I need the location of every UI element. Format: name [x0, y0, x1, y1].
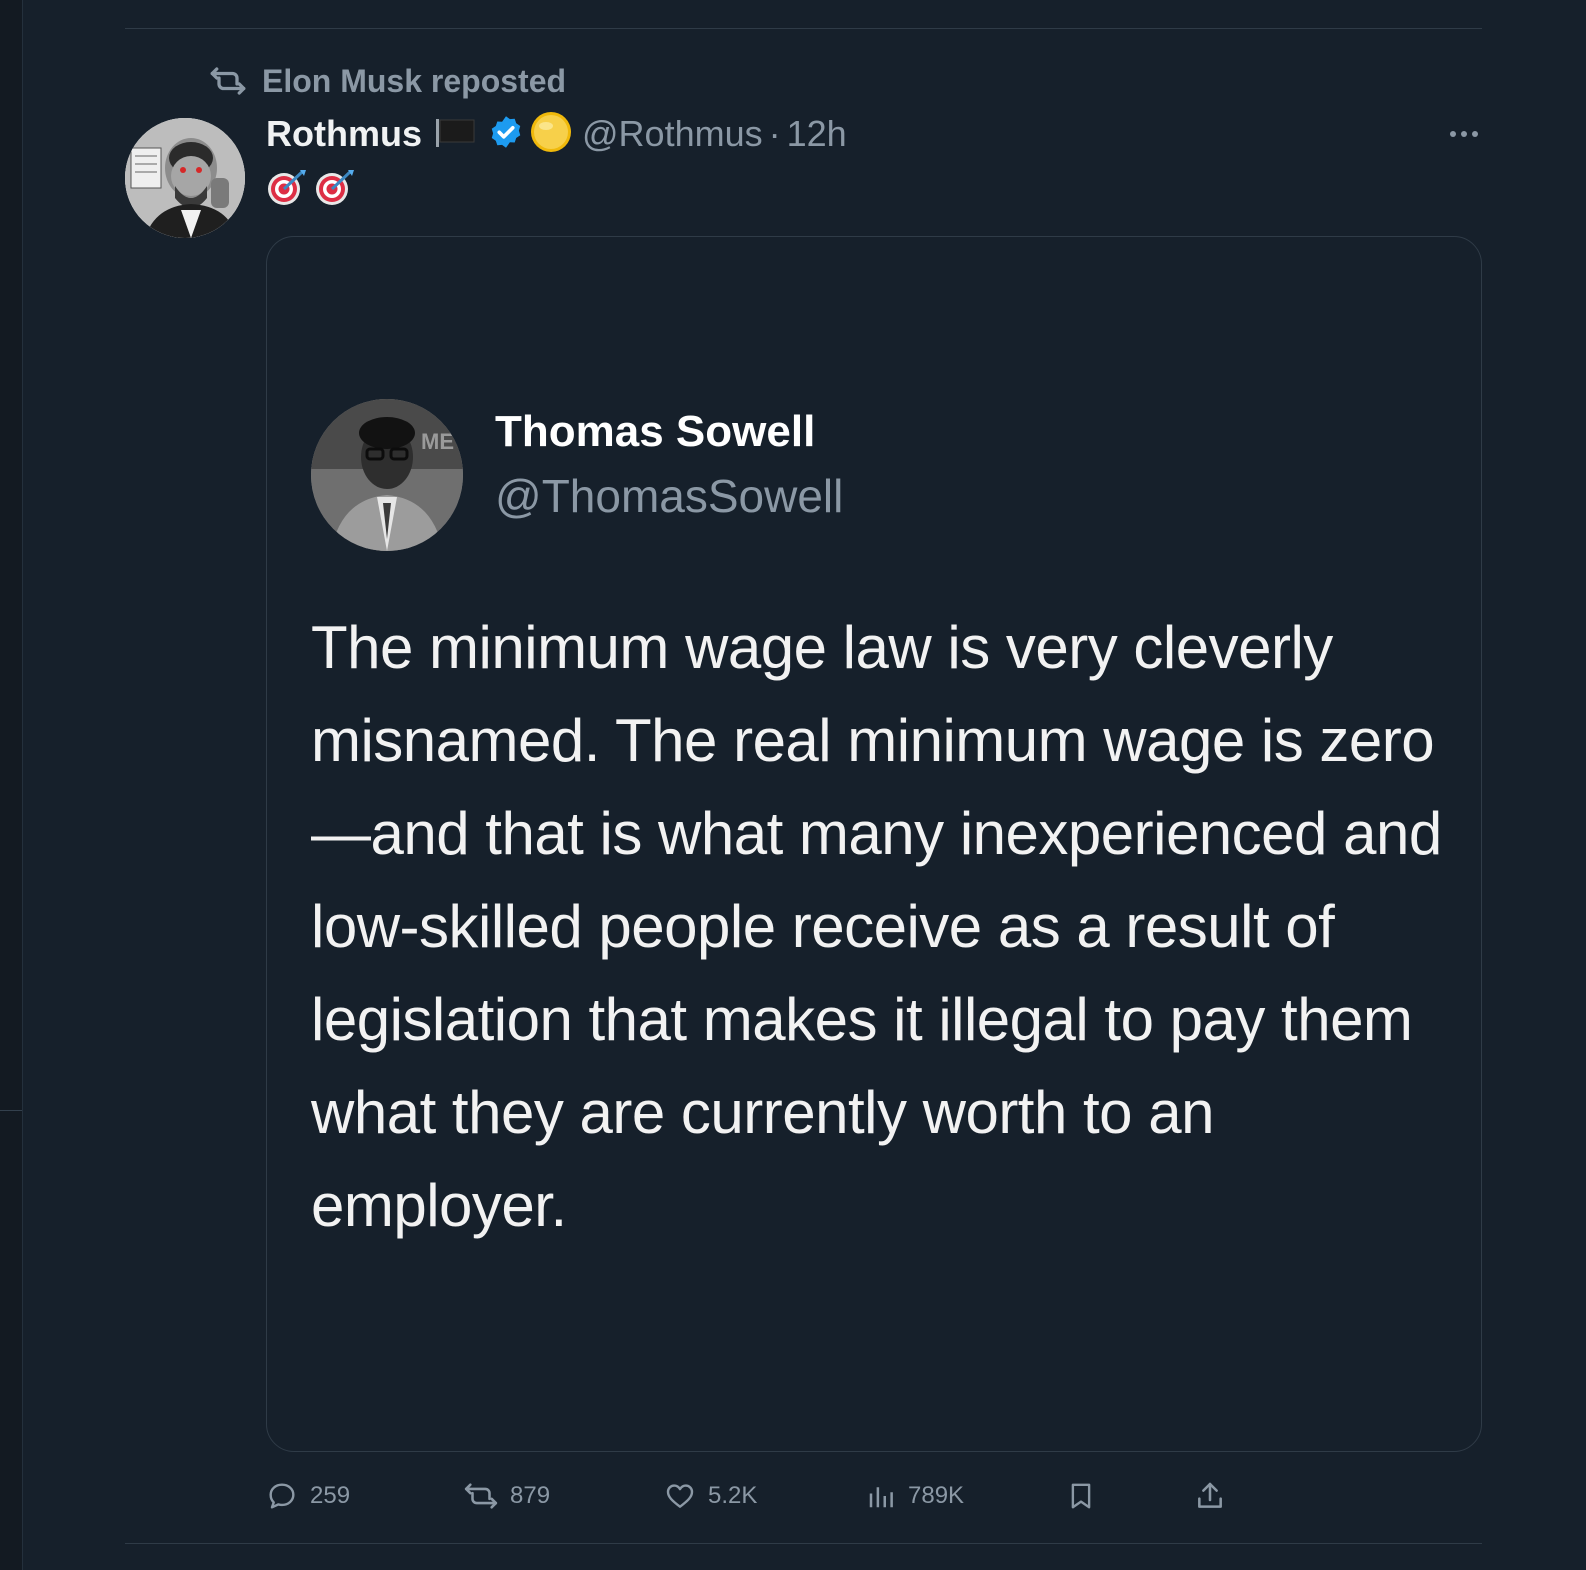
divider: [125, 1543, 1482, 1544]
tweet-page: Elon Musk reposted Rothmus @Rothmus · 12…: [0, 0, 1586, 1570]
verified-badge-icon[interactable]: [488, 114, 524, 155]
share-icon: [1194, 1480, 1226, 1512]
views-button[interactable]: 789K: [866, 1468, 964, 1524]
separator-dot: ·: [768, 113, 781, 154]
author-avatar[interactable]: [125, 118, 245, 238]
reply-icon: [266, 1480, 298, 1512]
target-emoji-icon: [314, 168, 356, 211]
repost-count: 879: [510, 1482, 551, 1509]
action-bar: 259 879 5.2K 789K: [266, 1468, 1266, 1524]
post-timestamp[interactable]: 12h: [787, 113, 847, 155]
quote-author-avatar: ME: [311, 399, 463, 551]
more-options-button[interactable]: [1444, 120, 1484, 148]
post-text: [266, 168, 356, 211]
more-options-icon: [1449, 125, 1479, 143]
heart-icon: [664, 1480, 696, 1512]
quote-author-name: Thomas Sowell: [495, 407, 816, 456]
coin-icon: [530, 111, 572, 158]
quote-author-handle: @ThomasSowell: [495, 470, 844, 522]
like-button[interactable]: 5.2K: [664, 1468, 757, 1524]
repost-icon: [210, 66, 246, 96]
author-handle[interactable]: @Rothmus: [582, 113, 763, 155]
reply-button[interactable]: 259: [266, 1468, 350, 1524]
svg-text:ME: ME: [421, 429, 454, 454]
nav-divider: [0, 1110, 22, 1111]
left-nav-edge: [0, 0, 23, 1570]
repost-label: Elon Musk reposted: [262, 62, 567, 99]
post-header: Rothmus @Rothmus · 12h: [266, 108, 847, 160]
reply-count: 259: [310, 1482, 351, 1509]
author-name[interactable]: Rothmus: [266, 113, 422, 155]
target-emoji-icon: [266, 168, 308, 211]
post-media-image[interactable]: ME Thomas Sowell @ThomasSowell The minim…: [266, 236, 1482, 1452]
like-count: 5.2K: [708, 1482, 758, 1509]
analytics-icon: [866, 1481, 896, 1511]
quote-text: The minimum wage law is very cleverly mi…: [311, 614, 1442, 1239]
divider: [125, 28, 1482, 29]
share-button[interactable]: [1194, 1468, 1226, 1524]
bookmark-icon: [1066, 1480, 1096, 1512]
repost-indicator[interactable]: Elon Musk reposted: [210, 60, 566, 102]
views-count: 789K: [908, 1482, 965, 1509]
flag-icon: [436, 117, 476, 152]
repost-button[interactable]: 879: [464, 1468, 550, 1524]
repost-action-icon: [464, 1481, 498, 1511]
bookmark-button[interactable]: [1066, 1468, 1096, 1524]
